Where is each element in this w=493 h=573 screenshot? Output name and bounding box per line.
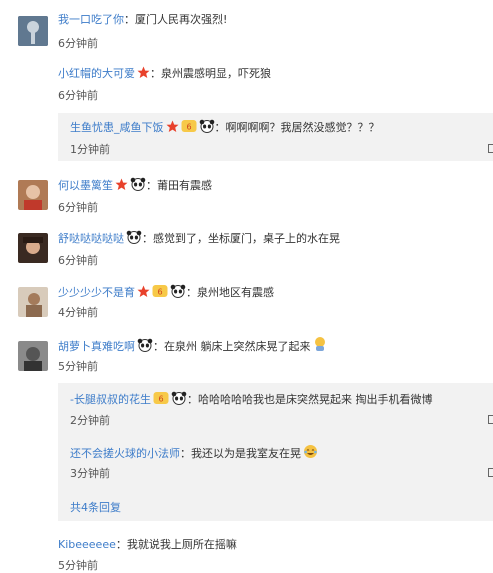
star-badge-icon — [115, 178, 128, 196]
vip-badge-icon: 6 — [153, 391, 169, 410]
laughing-emoji-icon — [303, 444, 318, 464]
reply-time: 1分钟前 — [70, 143, 110, 156]
reply-line: 还不会搓火球的小法师：我还以为是我室友在晃 — [70, 444, 318, 464]
comment-username[interactable]: 少少少少不是育 — [58, 286, 135, 299]
vip-badge-icon: 6 — [181, 119, 197, 138]
comment-time: 6分钟前 — [58, 201, 98, 214]
star-badge-icon — [137, 66, 150, 84]
reply-time: 3分钟前 — [70, 467, 110, 480]
reply-time: 2分钟前 — [70, 414, 110, 427]
more-replies-link[interactable]: 共4条回复 — [70, 499, 121, 515]
avatar[interactable] — [18, 233, 48, 263]
panda-badge-icon — [130, 177, 146, 196]
comment-text: 厦门人民再次强烈! — [135, 13, 228, 26]
comment-username[interactable]: Kibeeeeee — [58, 538, 116, 551]
comment-line: 我一口吃了你：厦门人民再次强烈! — [58, 13, 228, 26]
reply-line: 生鱼忧患_咸鱼下饭 6 ：啊啊啊啊？我居然没感觉？？？ — [70, 119, 380, 138]
svg-text:6: 6 — [157, 288, 162, 297]
panda-badge-icon — [126, 230, 142, 249]
comment-time: 4分钟前 — [58, 306, 98, 319]
reply-text: 啊啊啊啊？我居然没感觉？？？ — [225, 121, 380, 134]
reply-line: -长腿叔叔的花生 6 ：哈哈哈哈哈我也是床突然晃起来 掏出手机看微博 — [70, 391, 432, 410]
reply-text: 哈哈哈哈哈我也是床突然晃起来 掏出手机看微博 — [197, 393, 433, 406]
comment-text: 感觉到了，坐标厦门，桌子上的水在晃 — [153, 232, 340, 245]
panda-badge-icon — [199, 119, 215, 138]
comment-line: 舒哒哒哒哒哒 ：感觉到了，坐标厦门，桌子上的水在晃 — [58, 230, 340, 249]
avatar[interactable] — [18, 341, 48, 371]
comment-text: 泉州震感明显，吓死狼 — [161, 67, 271, 80]
comment-time: 6分钟前 — [58, 89, 98, 102]
reply-username[interactable]: -长腿叔叔的花生 — [70, 393, 151, 406]
panda-badge-icon — [171, 391, 187, 410]
comment-username[interactable]: 何以墨篱笙 — [58, 179, 113, 192]
comment-text: 我就说我上厕所在摇嘛 — [126, 538, 237, 551]
comment-username[interactable]: 小红帽的大可爱 — [58, 67, 135, 80]
comment-line: 少少少少不是育 6 ：泉州地区有震感 — [58, 284, 274, 303]
comment-line: 小红帽的大可爱 ：泉州震感明显，吓死狼 — [58, 66, 271, 84]
avatar[interactable] — [18, 16, 48, 46]
avatar[interactable] — [18, 287, 48, 317]
svg-text:6: 6 — [186, 123, 191, 132]
reply-text: 我还以为是我室友在晃 — [191, 447, 301, 460]
reply-action-icon[interactable] — [488, 468, 493, 477]
comment-text: 在泉州 躺床上突然床晃了起来 — [164, 340, 311, 353]
comment-text: 莆田有震感 — [157, 179, 212, 192]
panda-badge-icon — [137, 338, 153, 357]
comment-line: 胡萝卜真难吃啊 ：在泉州 躺床上突然床晃了起来 — [58, 336, 327, 357]
comment-username[interactable]: 胡萝卜真难吃啊 — [58, 340, 135, 353]
comment-line: 何以墨篱笙 ：莆田有震感 — [58, 177, 212, 196]
reply-action-icon[interactable] — [488, 415, 493, 424]
comment-time: 5分钟前 — [58, 559, 98, 572]
vip-badge-icon: 6 — [152, 284, 168, 303]
panda-badge-icon — [170, 284, 186, 303]
svg-text:6: 6 — [158, 395, 163, 404]
star-badge-icon — [137, 285, 150, 303]
comment-username[interactable]: 舒哒哒哒哒哒 — [58, 232, 124, 245]
avatar[interactable] — [18, 180, 48, 210]
star-badge-icon — [166, 120, 179, 138]
comment-time: 5分钟前 — [58, 360, 98, 373]
comment-time: 6分钟前 — [58, 37, 98, 50]
comment-line: Kibeeeeee：我就说我上厕所在摇嘛 — [58, 538, 237, 551]
comment-text: 泉州地区有震感 — [197, 286, 274, 299]
reply-username[interactable]: 还不会搓火球的小法师 — [70, 447, 180, 460]
reply-username[interactable]: 生鱼忧患_咸鱼下饭 — [70, 121, 164, 134]
emoji-icon — [313, 336, 327, 357]
reply-action-icon[interactable] — [488, 144, 493, 153]
comment-time: 6分钟前 — [58, 254, 98, 267]
comment-username[interactable]: 我一口吃了你 — [58, 13, 124, 26]
